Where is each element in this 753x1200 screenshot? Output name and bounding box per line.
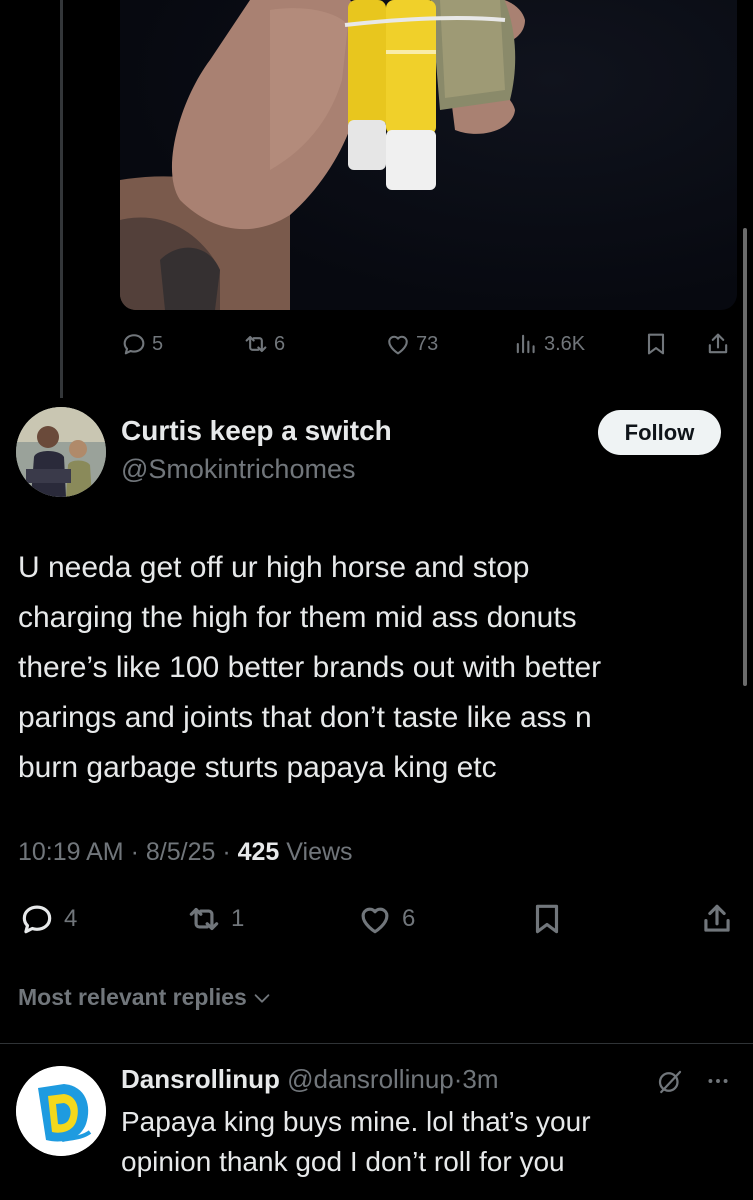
views-count: 3.6K — [544, 332, 586, 355]
tweet-meta: 10:19 AM · 8/5/25 · 425 Views — [18, 838, 353, 867]
author-display-name[interactable]: Curtis keep a switch — [121, 415, 392, 447]
meta-separator: · — [130, 838, 139, 866]
parent-tweet-actions: 5 6 73 3.6K — [120, 326, 735, 362]
repost-count: 1 — [231, 905, 245, 932]
heart-icon — [361, 907, 389, 934]
share-icon — [708, 333, 728, 354]
reply-author-handle[interactable]: @dansrollinup — [287, 1064, 454, 1094]
meta-separator: · — [222, 838, 231, 866]
tweet-text-line: parings and joints that don’t taste like… — [18, 701, 592, 734]
repost-button[interactable]: 1 — [185, 897, 244, 941]
tweet-views-label: Views — [286, 838, 353, 866]
tweet-time[interactable]: 10:19 AM — [18, 838, 124, 866]
bookmark-button[interactable] — [528, 897, 566, 941]
tweet-media-photo[interactable] — [120, 0, 737, 310]
reply-button[interactable]: 5 — [120, 326, 163, 362]
tweet-text-line: U needa get off ur high horse and stop — [18, 551, 530, 584]
tweet-text-line: charging the high for them mid ass donut… — [18, 601, 577, 634]
reply-author-name[interactable]: Dansrollinup — [121, 1064, 280, 1094]
author-handle[interactable]: @Smokintrichomes — [121, 454, 355, 485]
share-icon — [704, 904, 730, 932]
reply-body: Papaya king buys mine. lol that’s your o… — [121, 1102, 681, 1182]
heart-icon — [388, 335, 408, 355]
thread-connector-line — [60, 0, 63, 398]
reply-icon — [123, 334, 145, 355]
bookmark-icon — [647, 333, 665, 355]
tweet-views-count: 425 — [237, 838, 280, 866]
reply-sort-label: Most relevant replies — [18, 984, 247, 1010]
grok-icon[interactable] — [655, 1067, 685, 1097]
section-divider — [0, 1043, 753, 1044]
author-avatar[interactable] — [16, 407, 106, 497]
reply-text-line: Papaya king buys mine. lol that’s your — [121, 1106, 591, 1137]
bookmark-button[interactable] — [642, 326, 670, 362]
avatar-photo — [16, 407, 106, 497]
reply-count: 5 — [152, 332, 164, 355]
repost-icon — [245, 335, 267, 353]
tweet-text-line: burn garbage sturts papaya king etc — [18, 751, 497, 784]
more-options-icon[interactable] — [703, 1068, 733, 1094]
like-count: 73 — [416, 332, 439, 355]
dansrollinup-logo — [16, 1066, 106, 1156]
reply-author-avatar[interactable] — [16, 1066, 106, 1156]
like-button[interactable]: 73 — [384, 326, 438, 362]
tweet-actions: 4 1 6 — [18, 897, 738, 941]
reply-sort-dropdown[interactable]: Most relevant replies — [18, 984, 273, 1011]
repost-count: 6 — [274, 332, 286, 355]
bookmark-icon — [535, 904, 559, 934]
like-button[interactable]: 6 — [356, 897, 415, 941]
follow-button[interactable]: Follow — [598, 410, 721, 455]
chevron-down-icon — [254, 993, 270, 1003]
reply-header: Dansrollinup @dansrollinup·3m — [121, 1064, 499, 1095]
reply-button[interactable]: 4 — [18, 897, 77, 941]
repost-icon — [189, 907, 219, 931]
tweet-date[interactable]: 8/5/25 — [146, 838, 216, 866]
tweet-text-line: there’s like 100 better brands out with … — [18, 651, 602, 684]
scrollbar[interactable] — [743, 228, 747, 686]
reply-text-line: opinion thank god I don’t roll for you — [121, 1146, 565, 1177]
like-count: 6 — [402, 905, 416, 932]
reply-count: 4 — [64, 905, 78, 932]
views-chart-icon — [516, 334, 535, 354]
reply-time[interactable]: 3m — [462, 1064, 498, 1094]
views-button[interactable]: 3.6K — [512, 326, 585, 362]
share-button[interactable] — [698, 897, 736, 941]
share-button[interactable] — [704, 326, 732, 362]
photo-illustration — [120, 0, 525, 310]
repost-button[interactable]: 6 — [242, 326, 285, 362]
reply-icon — [22, 905, 52, 934]
tweet-body: U needa get off ur high horse and stop c… — [18, 543, 718, 793]
